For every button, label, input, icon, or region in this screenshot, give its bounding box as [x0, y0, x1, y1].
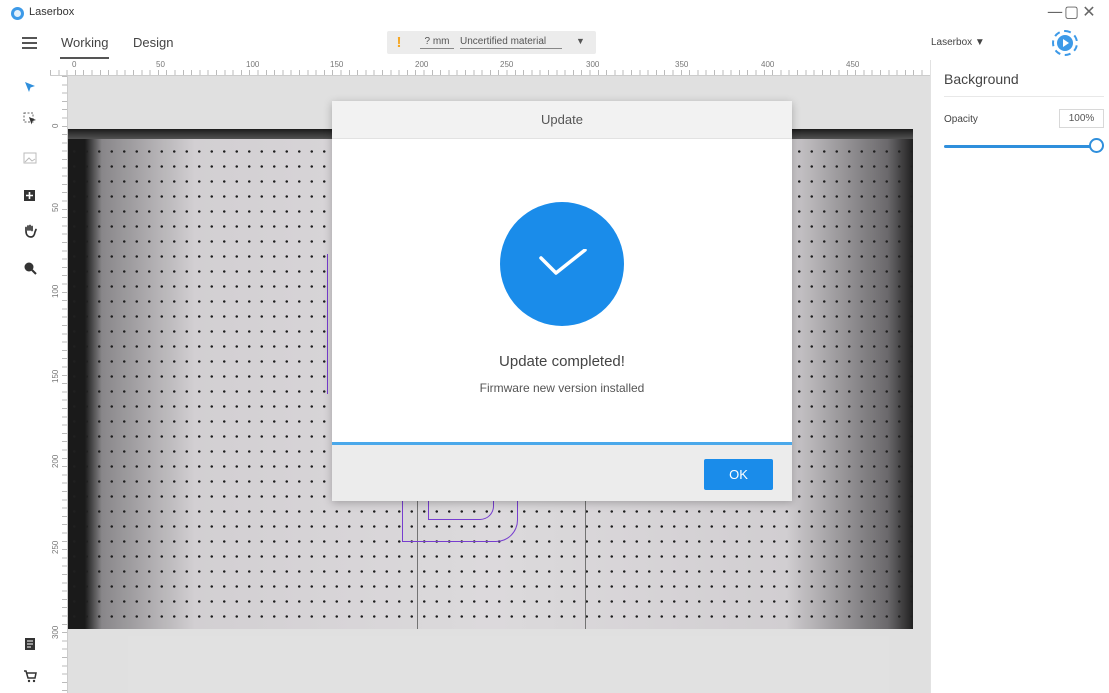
device-select[interactable]: Laserbox ▼ — [931, 37, 985, 48]
divider — [944, 96, 1104, 97]
ruler-label: 200 — [51, 454, 60, 468]
ruler-label: 0 — [72, 60, 77, 69]
app-logo-icon — [11, 7, 24, 20]
success-icon — [500, 202, 624, 326]
dialog-footer: OK — [332, 445, 792, 501]
app-title: Laserbox — [29, 6, 75, 18]
ruler-label: 250 — [500, 60, 514, 69]
add-shape-icon[interactable] — [23, 189, 37, 203]
checkmark-icon — [539, 249, 587, 275]
ruler-label: 350 — [675, 60, 689, 69]
opacity-slider-thumb[interactable] — [1089, 138, 1104, 153]
play-icon — [1057, 35, 1073, 51]
ruler-label: 50 — [51, 203, 60, 212]
properties-panel: Background Opacity 100% — [930, 60, 1109, 693]
close-icon[interactable]: ✕ — [1082, 3, 1096, 21]
thickness-field[interactable]: ? mm — [420, 36, 454, 49]
ruler-label: 300 — [586, 60, 600, 69]
ruler-label: 200 — [415, 60, 429, 69]
tab-design[interactable]: Design — [133, 35, 173, 50]
ruler-label: 150 — [330, 60, 344, 69]
cart-icon[interactable] — [23, 669, 37, 683]
minimize-icon[interactable]: — — [1047, 3, 1063, 21]
dialog-title: Update — [332, 101, 792, 139]
opacity-input[interactable]: 100% — [1059, 109, 1104, 128]
opacity-slider-track[interactable] — [944, 145, 1094, 148]
left-toolbar — [0, 60, 50, 693]
ruler-label: 50 — [156, 60, 165, 69]
chevron-down-icon[interactable]: ▼ — [576, 36, 585, 46]
ruler-label: 0 — [51, 123, 60, 128]
ruler-label: 450 — [846, 60, 860, 69]
zoom-icon[interactable] — [23, 261, 37, 275]
tab-working[interactable]: Working — [59, 35, 110, 59]
menu-icon[interactable] — [22, 37, 37, 49]
material-bar: ! ? mm Uncertified material ▼ — [387, 31, 596, 54]
ruler-vertical: 0 50 100 150 200 250 300 — [50, 76, 68, 693]
ruler-label: 150 — [51, 369, 60, 383]
title-bar: Laserbox — ▢ ✕ — [0, 0, 1109, 26]
update-dialog: Update Update completed! Firmware new ve… — [332, 101, 792, 501]
panel-title: Background — [944, 71, 1019, 87]
ok-button[interactable]: OK — [704, 459, 773, 490]
header-bar: Working Design ! ? mm Uncertified materi… — [0, 26, 1109, 60]
start-button[interactable] — [1052, 30, 1078, 56]
notes-icon[interactable] — [23, 637, 37, 651]
ruler-horizontal: 0 50 100 150 200 250 300 350 400 450 — [50, 60, 930, 76]
ruler-label: 300 — [51, 625, 60, 639]
ruler-label: 100 — [51, 284, 60, 298]
maximize-icon[interactable]: ▢ — [1064, 3, 1079, 21]
warning-icon: ! — [396, 34, 402, 51]
ruler-label: 400 — [761, 60, 775, 69]
dialog-subtext: Firmware new version installed — [479, 381, 645, 395]
dialog-heading: Update completed! — [499, 353, 625, 370]
image-icon[interactable] — [23, 151, 37, 165]
opacity-label: Opacity — [944, 114, 978, 125]
material-field[interactable]: Uncertified material — [460, 36, 562, 49]
select-arrow-icon[interactable] — [23, 80, 37, 94]
hand-icon[interactable] — [23, 224, 37, 238]
app-window: Laserbox — ▢ ✕ Working Design ! ? mm Unc… — [0, 0, 1109, 693]
ruler-label: 250 — [51, 540, 60, 554]
ruler-label: 100 — [246, 60, 260, 69]
select-area-icon[interactable] — [23, 112, 37, 126]
